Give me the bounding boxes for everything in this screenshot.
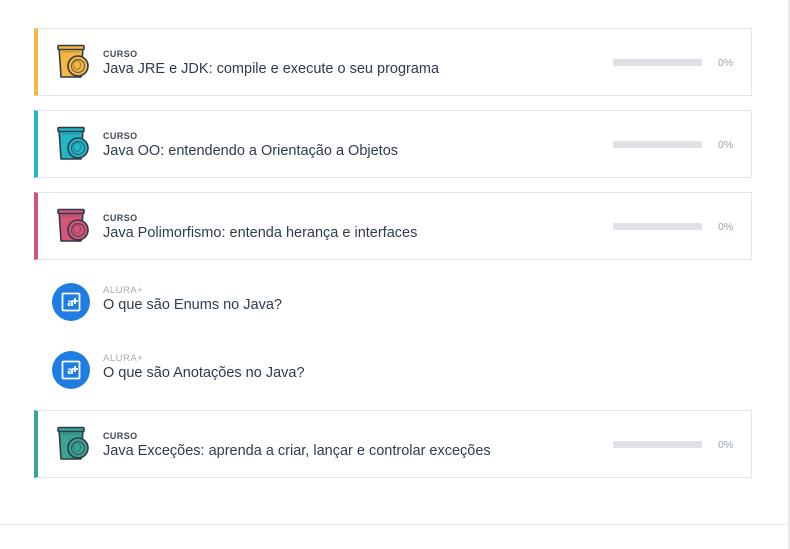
- progress-bar: [613, 223, 702, 230]
- progress-percent: 0%: [718, 139, 734, 151]
- svg-text:a: a: [67, 298, 74, 309]
- course-card[interactable]: CURSO Java JRE e JDK: compile e execute …: [34, 28, 752, 96]
- progress-percent: 0%: [718, 57, 734, 69]
- course-card[interactable]: CURSO Java OO: entendendo a Orientação a…: [34, 110, 752, 178]
- course-title: Java Polimorfismo: entenda herança e int…: [103, 225, 418, 241]
- course-type-label: CURSO: [103, 431, 138, 441]
- course-card[interactable]: CURSO Java Polimorfismo: entenda herança…: [34, 192, 752, 260]
- course-title: Java JRE e JDK: compile e execute o seu …: [103, 61, 440, 77]
- footer-area: [0, 525, 788, 549]
- course-title: Java OO: entendendo a Orientação a Objet…: [103, 143, 399, 159]
- progress-bar: [613, 141, 702, 148]
- java-cup-icon: [55, 207, 93, 245]
- article-title: O que são Enums no Java?: [103, 297, 282, 313]
- article-type-label: ALURA+: [103, 285, 144, 296]
- alura-plus-icon: a: [52, 283, 90, 321]
- course-card[interactable]: CURSO Java Exceções: aprenda a criar, la…: [34, 410, 752, 478]
- article-type-label: ALURA+: [103, 353, 144, 364]
- course-list-page: CURSO Java JRE e JDK: compile e execute …: [0, 0, 788, 549]
- course-type-label: CURSO: [103, 131, 138, 141]
- article-title: O que são Anotações no Java?: [103, 365, 305, 381]
- article-item[interactable]: a ALURA+ O que são Anotações no Java?: [52, 351, 552, 393]
- progress-bar: [613, 441, 702, 448]
- java-cup-icon: [55, 125, 93, 163]
- course-type-label: CURSO: [103, 49, 138, 59]
- course-type-label: CURSO: [103, 213, 138, 223]
- svg-text:a: a: [67, 366, 74, 377]
- progress-bar: [613, 59, 702, 66]
- java-cup-icon: [55, 425, 93, 463]
- progress-percent: 0%: [718, 439, 734, 451]
- alura-plus-icon: a: [52, 351, 90, 389]
- progress-percent: 0%: [718, 221, 734, 233]
- article-item[interactable]: a ALURA+ O que são Enums no Java?: [52, 283, 552, 325]
- course-title: Java Exceções: aprenda a criar, lançar e…: [103, 443, 491, 459]
- java-cup-icon: [55, 43, 93, 81]
